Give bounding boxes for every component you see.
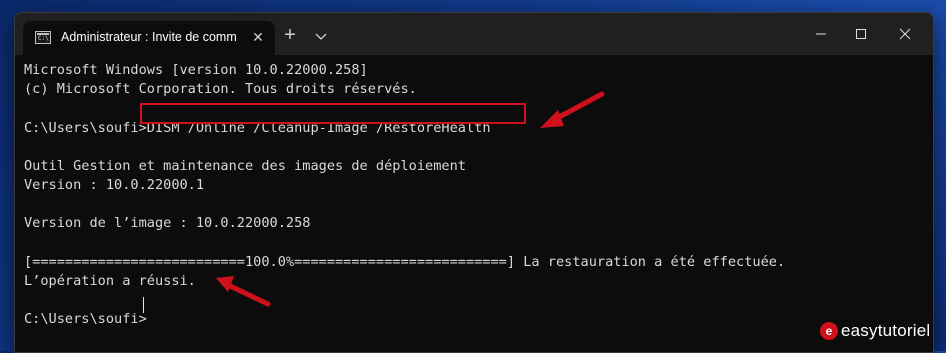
arrow-icon — [540, 91, 605, 128]
arrow-icon — [216, 276, 271, 307]
close-tab-icon[interactable]: ✕ — [249, 28, 267, 46]
success-line: L’opération a réussi. — [24, 273, 196, 289]
output-line: Microsoft Windows [version 10.0.22000.25… — [24, 62, 368, 78]
maximize-button[interactable] — [841, 21, 881, 47]
minimize-button[interactable] — [801, 21, 841, 47]
command-highlight-box — [140, 103, 526, 124]
dropdown-chevron-icon[interactable] — [311, 26, 331, 46]
close-window-button[interactable] — [885, 21, 925, 47]
cmd-icon: C:\ — [35, 31, 51, 44]
progress-line: [==========================100.0%=======… — [24, 254, 786, 270]
terminal-output[interactable]: Microsoft Windows [version 10.0.22000.25… — [15, 55, 933, 352]
prompt: C:\Users\soufi> — [24, 120, 147, 136]
output-line: Version : 10.0.22000.1 — [24, 177, 205, 193]
watermark-text: easytutoriel — [841, 321, 931, 340]
output-line: (c) Microsoft Corporation. Tous droits r… — [24, 81, 417, 97]
easytutoriel-logo-icon: e — [820, 322, 838, 340]
tab-title: Administrateur : Invite de comm — [61, 30, 237, 44]
terminal-window: C:\ Administrateur : Invite de comm ✕ + … — [14, 12, 934, 353]
text-cursor — [143, 297, 144, 313]
tab-command-prompt[interactable]: C:\ Administrateur : Invite de comm ✕ — [23, 21, 275, 55]
titlebar: C:\ Administrateur : Invite de comm ✕ + — [15, 13, 933, 55]
output-line: Version de l’image : 10.0.22000.258 — [24, 215, 311, 231]
new-tab-button[interactable]: + — [279, 25, 301, 47]
prompt-line: C:\Users\soufi> — [24, 311, 147, 327]
output-line: Outil Gestion et maintenance des images … — [24, 158, 466, 174]
